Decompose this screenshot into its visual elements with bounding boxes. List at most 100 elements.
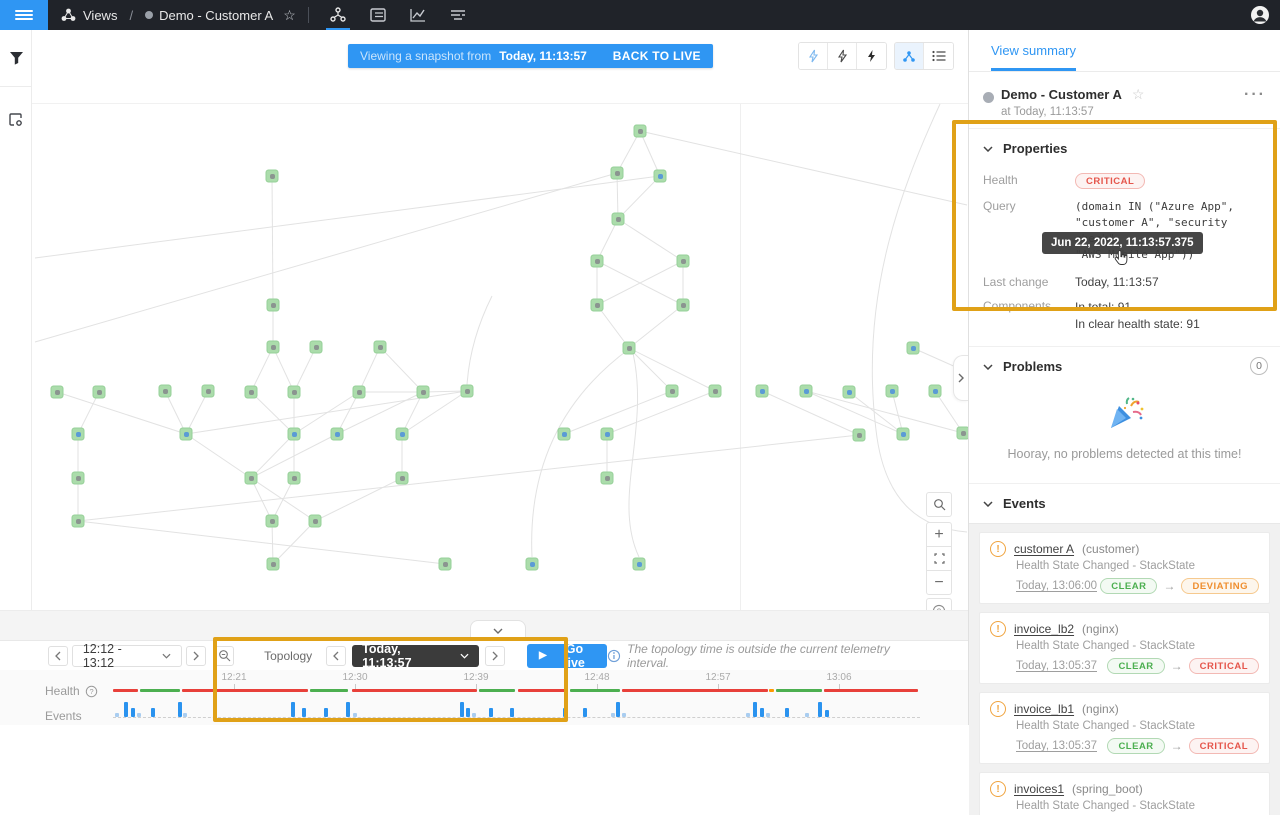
component-node[interactable]	[526, 558, 539, 571]
component-node[interactable]	[800, 385, 813, 398]
help-button[interactable]: ?	[926, 598, 952, 610]
list-view-button[interactable]	[924, 43, 953, 69]
problems-section-header[interactable]: Problems 0	[969, 346, 1280, 386]
range-prev-button[interactable]	[48, 646, 68, 666]
tab-components[interactable]	[363, 0, 393, 30]
bolt-outline-blue-button[interactable]	[799, 43, 828, 69]
component-node[interactable]	[897, 428, 910, 441]
component-node[interactable]	[634, 125, 647, 138]
component-node[interactable]	[72, 472, 85, 485]
go-live-button[interactable]: ▶ Go live	[527, 644, 607, 668]
component-node[interactable]	[612, 213, 625, 226]
component-node[interactable]	[267, 558, 280, 571]
zoom-in-button[interactable]: +	[926, 522, 952, 547]
topology-canvas[interactable]: Viewing a snapshot from Today, 11:13:57 …	[32, 30, 968, 610]
event-time-link[interactable]: Today, 13:05:37	[1016, 660, 1097, 672]
hamburger-menu-button[interactable]	[0, 0, 48, 30]
component-node[interactable]	[309, 515, 322, 528]
component-node[interactable]	[288, 472, 301, 485]
component-node[interactable]	[623, 342, 636, 355]
zoom-out-button[interactable]: −	[926, 570, 952, 595]
app-logo[interactable]: Views	[60, 7, 117, 23]
component-node[interactable]	[245, 472, 258, 485]
favorite-star-icon[interactable]: ☆	[283, 7, 296, 24]
graph-view-button[interactable]	[895, 43, 924, 69]
favorite-star-icon[interactable]: ☆	[1132, 86, 1145, 102]
event-component-link[interactable]: customer A	[1014, 542, 1074, 556]
component-node[interactable]	[245, 386, 258, 399]
topology-time-dropdown[interactable]: Today, 11:13:57	[352, 645, 479, 667]
component-node[interactable]	[353, 386, 366, 399]
tab-metrics[interactable]	[403, 0, 433, 30]
view-menu-button[interactable]: ···	[1244, 86, 1266, 104]
component-node[interactable]	[72, 428, 85, 441]
component-node[interactable]	[417, 386, 430, 399]
timeline-panel[interactable]: 12:2112:3012:3912:4812:5713:06 Health ? …	[0, 670, 968, 725]
component-node[interactable]	[654, 170, 667, 183]
topology-time-next-button[interactable]	[485, 646, 505, 666]
breadcrumb-view-name[interactable]: Demo - Customer A	[159, 8, 273, 23]
component-node[interactable]	[907, 342, 920, 355]
component-node[interactable]	[93, 386, 106, 399]
component-node[interactable]	[266, 515, 279, 528]
component-node[interactable]	[929, 385, 942, 398]
component-node[interactable]	[439, 558, 452, 571]
component-node[interactable]	[51, 386, 64, 399]
component-node[interactable]	[331, 428, 344, 441]
component-node[interactable]	[601, 428, 614, 441]
component-node[interactable]	[591, 299, 604, 312]
filters-button[interactable]	[0, 38, 32, 78]
component-node[interactable]	[601, 472, 614, 485]
bolt-outline-dark-button[interactable]	[828, 43, 857, 69]
event-card[interactable]: ! invoices1 (spring_boot) Health State C…	[979, 772, 1270, 815]
bolt-filled-button[interactable]	[857, 43, 886, 69]
time-range-dropdown[interactable]: 12:12 - 13:12	[72, 645, 182, 667]
events-section-header[interactable]: Events	[969, 483, 1280, 523]
component-node[interactable]	[159, 385, 172, 398]
component-node[interactable]	[633, 558, 646, 571]
component-node[interactable]	[843, 386, 856, 399]
component-node[interactable]	[72, 515, 85, 528]
component-node[interactable]	[666, 385, 679, 398]
range-next-button[interactable]	[186, 646, 206, 666]
event-card[interactable]: ! invoice_lb1 (nginx) Health State Chang…	[979, 692, 1270, 764]
last-change-value[interactable]: Today, 11:13:57	[1075, 275, 1159, 289]
account-avatar[interactable]	[1248, 3, 1272, 27]
tab-topology[interactable]	[323, 0, 353, 30]
event-time-link[interactable]: Today, 13:05:37	[1016, 740, 1097, 752]
component-node[interactable]	[374, 341, 387, 354]
event-component-link[interactable]: invoices1	[1014, 782, 1064, 796]
component-node[interactable]	[266, 170, 279, 183]
component-node[interactable]	[957, 427, 969, 440]
event-time-link[interactable]: Today, 13:06:00	[1016, 580, 1097, 592]
component-node[interactable]	[677, 299, 690, 312]
tab-view-summary[interactable]: View summary	[991, 43, 1076, 71]
topology-time-prev-button[interactable]	[326, 646, 346, 666]
event-card[interactable]: ! invoice_lb2 (nginx) Health State Chang…	[979, 612, 1270, 684]
component-node[interactable]	[461, 385, 474, 398]
event-component-link[interactable]: invoice_lb2	[1014, 622, 1074, 636]
component-node[interactable]	[853, 429, 866, 442]
component-node[interactable]	[288, 428, 301, 441]
tab-traces[interactable]	[443, 0, 473, 30]
component-node[interactable]	[558, 428, 571, 441]
event-component-link[interactable]: invoice_lb1	[1014, 702, 1074, 716]
properties-section-header[interactable]: Properties	[969, 128, 1280, 168]
component-node[interactable]	[288, 386, 301, 399]
component-node[interactable]	[611, 167, 624, 180]
zoom-out-range-button[interactable]	[214, 646, 234, 666]
component-node[interactable]	[180, 428, 193, 441]
view-settings-button[interactable]	[0, 99, 32, 139]
component-node[interactable]	[310, 341, 323, 354]
component-node[interactable]	[591, 255, 604, 268]
component-node[interactable]	[267, 299, 280, 312]
component-node[interactable]	[756, 385, 769, 398]
fit-to-screen-button[interactable]	[926, 546, 952, 571]
component-node[interactable]	[886, 385, 899, 398]
back-to-live-button[interactable]: BACK TO LIVE	[613, 49, 701, 63]
component-node[interactable]	[677, 255, 690, 268]
timeline-collapse-button[interactable]	[470, 620, 526, 641]
component-node[interactable]	[267, 341, 280, 354]
component-node[interactable]	[396, 428, 409, 441]
panel-expand-handle[interactable]	[953, 355, 968, 401]
